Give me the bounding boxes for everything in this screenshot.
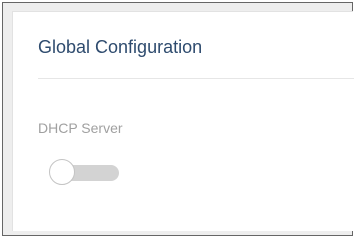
panel-title: Global Configuration xyxy=(38,37,203,57)
dhcp-server-label: DHCP Server xyxy=(38,120,123,136)
toggle-knob xyxy=(49,159,75,185)
global-configuration-panel: Global Configuration DHCP Server xyxy=(12,11,354,231)
dhcp-server-toggle[interactable] xyxy=(49,157,119,189)
window-frame: Global Configuration DHCP Server xyxy=(2,2,354,236)
title-divider xyxy=(38,78,354,79)
